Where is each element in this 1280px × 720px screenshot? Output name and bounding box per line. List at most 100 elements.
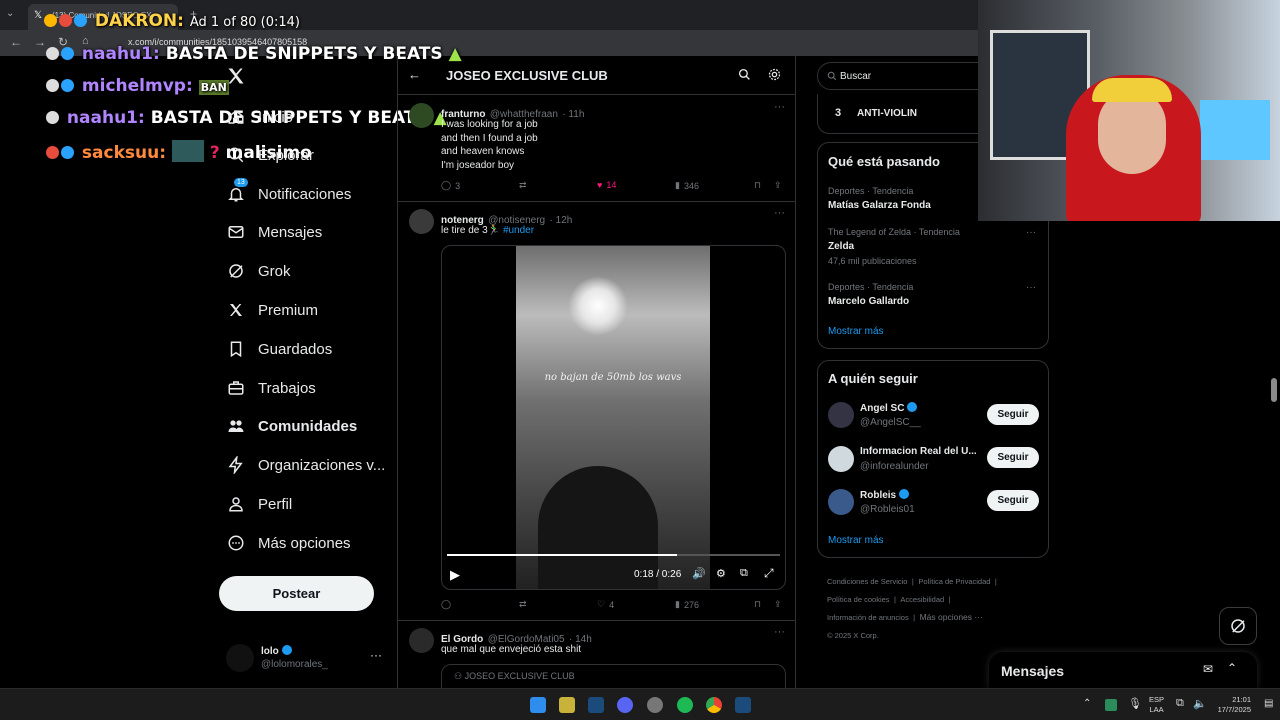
more-icon[interactable]: ··· — [1026, 227, 1036, 238]
avatar[interactable] — [409, 628, 434, 653]
repost-icon: ⇄ — [519, 180, 527, 190]
avatar[interactable] — [828, 402, 854, 428]
spotify-icon[interactable] — [677, 697, 693, 713]
follow-name[interactable]: Robleis — [860, 489, 909, 501]
settings-gear-icon[interactable]: ⚙ — [716, 567, 726, 580]
nav-item-premium[interactable]: Premium — [226, 296, 318, 324]
footer-link[interactable]: Más opciones ··· — [920, 612, 983, 622]
post-button[interactable]: Postear — [219, 576, 374, 611]
show-more-link[interactable]: Mostrar más — [828, 326, 884, 337]
compose-message-icon[interactable]: ✉ — [1203, 662, 1213, 676]
hashtag-link[interactable]: #under — [503, 225, 534, 236]
forward-button[interactable]: → — [34, 35, 46, 49]
footer-link[interactable]: Política de cookies — [827, 595, 890, 604]
expand-chevron-icon[interactable]: ⌃ — [1227, 661, 1237, 675]
views-button[interactable]: ▮ 276 — [675, 599, 699, 610]
more-icon[interactable]: ··· — [370, 648, 382, 662]
pip-icon[interactable]: ⧉ — [740, 567, 748, 580]
trend-item[interactable]: The Legend of Zelda · Tendencia Zelda 47… — [828, 227, 1040, 266]
video-progress-track[interactable] — [447, 554, 780, 556]
show-more-link[interactable]: Mostrar más — [828, 535, 884, 546]
more-icon[interactable]: ··· — [774, 626, 785, 638]
nav-item-mas-opciones[interactable]: Más opciones — [226, 529, 351, 557]
fullscreen-icon[interactable]: ⤢ — [764, 566, 774, 581]
repost-button[interactable]: ⇄ — [519, 180, 527, 191]
chrome-icon[interactable] — [706, 697, 722, 713]
nav-item-notificaciones[interactable]: 13 Notificaciones — [226, 178, 351, 208]
steam-icon[interactable] — [735, 697, 751, 713]
follow-button[interactable]: Seguir — [987, 404, 1039, 425]
repost-button[interactable]: ⇄ — [519, 599, 527, 610]
follow-name[interactable]: Angel SC — [860, 402, 918, 414]
chevron-up-icon[interactable]: ⌃ — [1083, 698, 1091, 709]
footer-link[interactable]: Información de anuncios — [827, 613, 909, 622]
follow-button[interactable]: Seguir — [987, 447, 1039, 468]
avatar[interactable] — [828, 446, 854, 472]
nav-item-perfil[interactable]: Perfil — [226, 490, 292, 518]
network-icon[interactable]: ⧉ — [1176, 697, 1184, 710]
volume-icon[interactable]: 🔊 — [692, 567, 706, 580]
avatar[interactable] — [409, 209, 434, 234]
more-icon[interactable]: ··· — [1026, 282, 1036, 293]
volume-icon[interactable]: 🔈 — [1193, 697, 1207, 710]
discord-icon[interactable] — [617, 697, 633, 713]
nav-item-comunidades[interactable]: Comunidades — [226, 412, 357, 440]
nav-item-inicio[interactable]: Inicio — [226, 103, 293, 131]
video-caption: no bajan de 50mb los wavs — [544, 372, 682, 383]
nav-item-mensajes[interactable]: Mensajes — [226, 218, 322, 246]
like-button[interactable]: ♡ 4 — [597, 599, 614, 610]
like-button[interactable]: ♥ 14 — [597, 180, 616, 190]
more-icon[interactable]: ··· — [774, 207, 785, 219]
grok-icon — [1231, 619, 1245, 633]
quoted-post[interactable]: ⚇ JOSEO EXCLUSIVE CLUB — [441, 664, 786, 688]
windows-start-icon[interactable] — [530, 697, 546, 713]
file-explorer-icon[interactable] — [559, 697, 575, 713]
footer-link[interactable]: Accesibilidad — [900, 595, 944, 604]
footer-link[interactable]: Condiciones de Servicio — [827, 577, 907, 586]
messages-drawer[interactable]: Mensajes ✉ ⌃ — [989, 652, 1257, 688]
nav-item-organizaciones[interactable]: Organizaciones v... — [226, 451, 385, 479]
follow-button[interactable]: Seguir — [987, 490, 1039, 511]
steam-icon[interactable] — [588, 697, 604, 713]
footer-link[interactable]: Política de Privacidad — [918, 577, 990, 586]
follow-name[interactable]: Informacion Real del U... — [860, 446, 977, 457]
views-button[interactable]: ▮ 346 — [675, 180, 699, 191]
nav-item-guardados[interactable]: Guardados — [226, 335, 332, 363]
tray-icon[interactable] — [1105, 699, 1117, 711]
trend-item[interactable]: Deportes · Tendencia Marcelo Gallardo — [828, 282, 1040, 307]
x-logo-icon[interactable] — [226, 66, 246, 86]
grok-floating-button[interactable] — [1219, 607, 1257, 645]
share-button[interactable]: ⇪ — [774, 180, 782, 191]
avatar[interactable] — [828, 489, 854, 515]
trends-title: Qué está pasando — [828, 154, 940, 169]
reply-button[interactable]: ◯ — [441, 599, 451, 610]
notification-icon[interactable]: ▤ — [1264, 698, 1273, 709]
video-player[interactable]: no bajan de 50mb los wavs ▶ 0:18 / 0:26 … — [441, 245, 786, 590]
reply-button[interactable]: ◯ 3 — [441, 180, 460, 191]
tab-list-button[interactable]: ⌄ — [6, 8, 20, 22]
share-button[interactable]: ⇪ — [774, 599, 782, 610]
bookmark-button[interactable]: ⊓ — [754, 599, 761, 610]
tweet-time[interactable]: · 11h — [562, 109, 584, 120]
clock[interactable]: 21:01 17/7/2025 — [1213, 695, 1251, 715]
settings-gear-icon[interactable] — [767, 67, 782, 82]
page-scrollbar[interactable] — [1271, 378, 1277, 402]
nav-item-grok[interactable]: Grok — [226, 257, 291, 285]
account-switcher[interactable]: lolo @lolomorales_ ··· — [226, 640, 386, 676]
community-name[interactable]: ANTI-VIOLIN — [857, 108, 917, 119]
avatar[interactable] — [409, 103, 434, 128]
more-icon[interactable]: ··· — [774, 101, 785, 113]
bookmark-button[interactable]: ⊓ — [754, 180, 761, 191]
back-button[interactable]: ← — [10, 35, 22, 49]
language-indicator[interactable]: ESP LAA — [1149, 695, 1164, 715]
tweet-time[interactable]: · 12h — [550, 215, 573, 226]
nav-item-trabajos[interactable]: Trabajos — [226, 374, 316, 402]
search-icon[interactable] — [738, 68, 751, 81]
nav-item-explorar[interactable]: Explorar — [226, 141, 314, 169]
play-icon[interactable]: ▶ — [450, 567, 460, 583]
account-handle: @lolomorales_ — [261, 659, 328, 670]
emote-image — [171, 140, 204, 162]
app-icon[interactable] — [647, 697, 663, 713]
back-arrow-icon[interactable]: ← — [408, 67, 421, 82]
microphone-icon[interactable]: 🎙 — [1128, 697, 1142, 710]
